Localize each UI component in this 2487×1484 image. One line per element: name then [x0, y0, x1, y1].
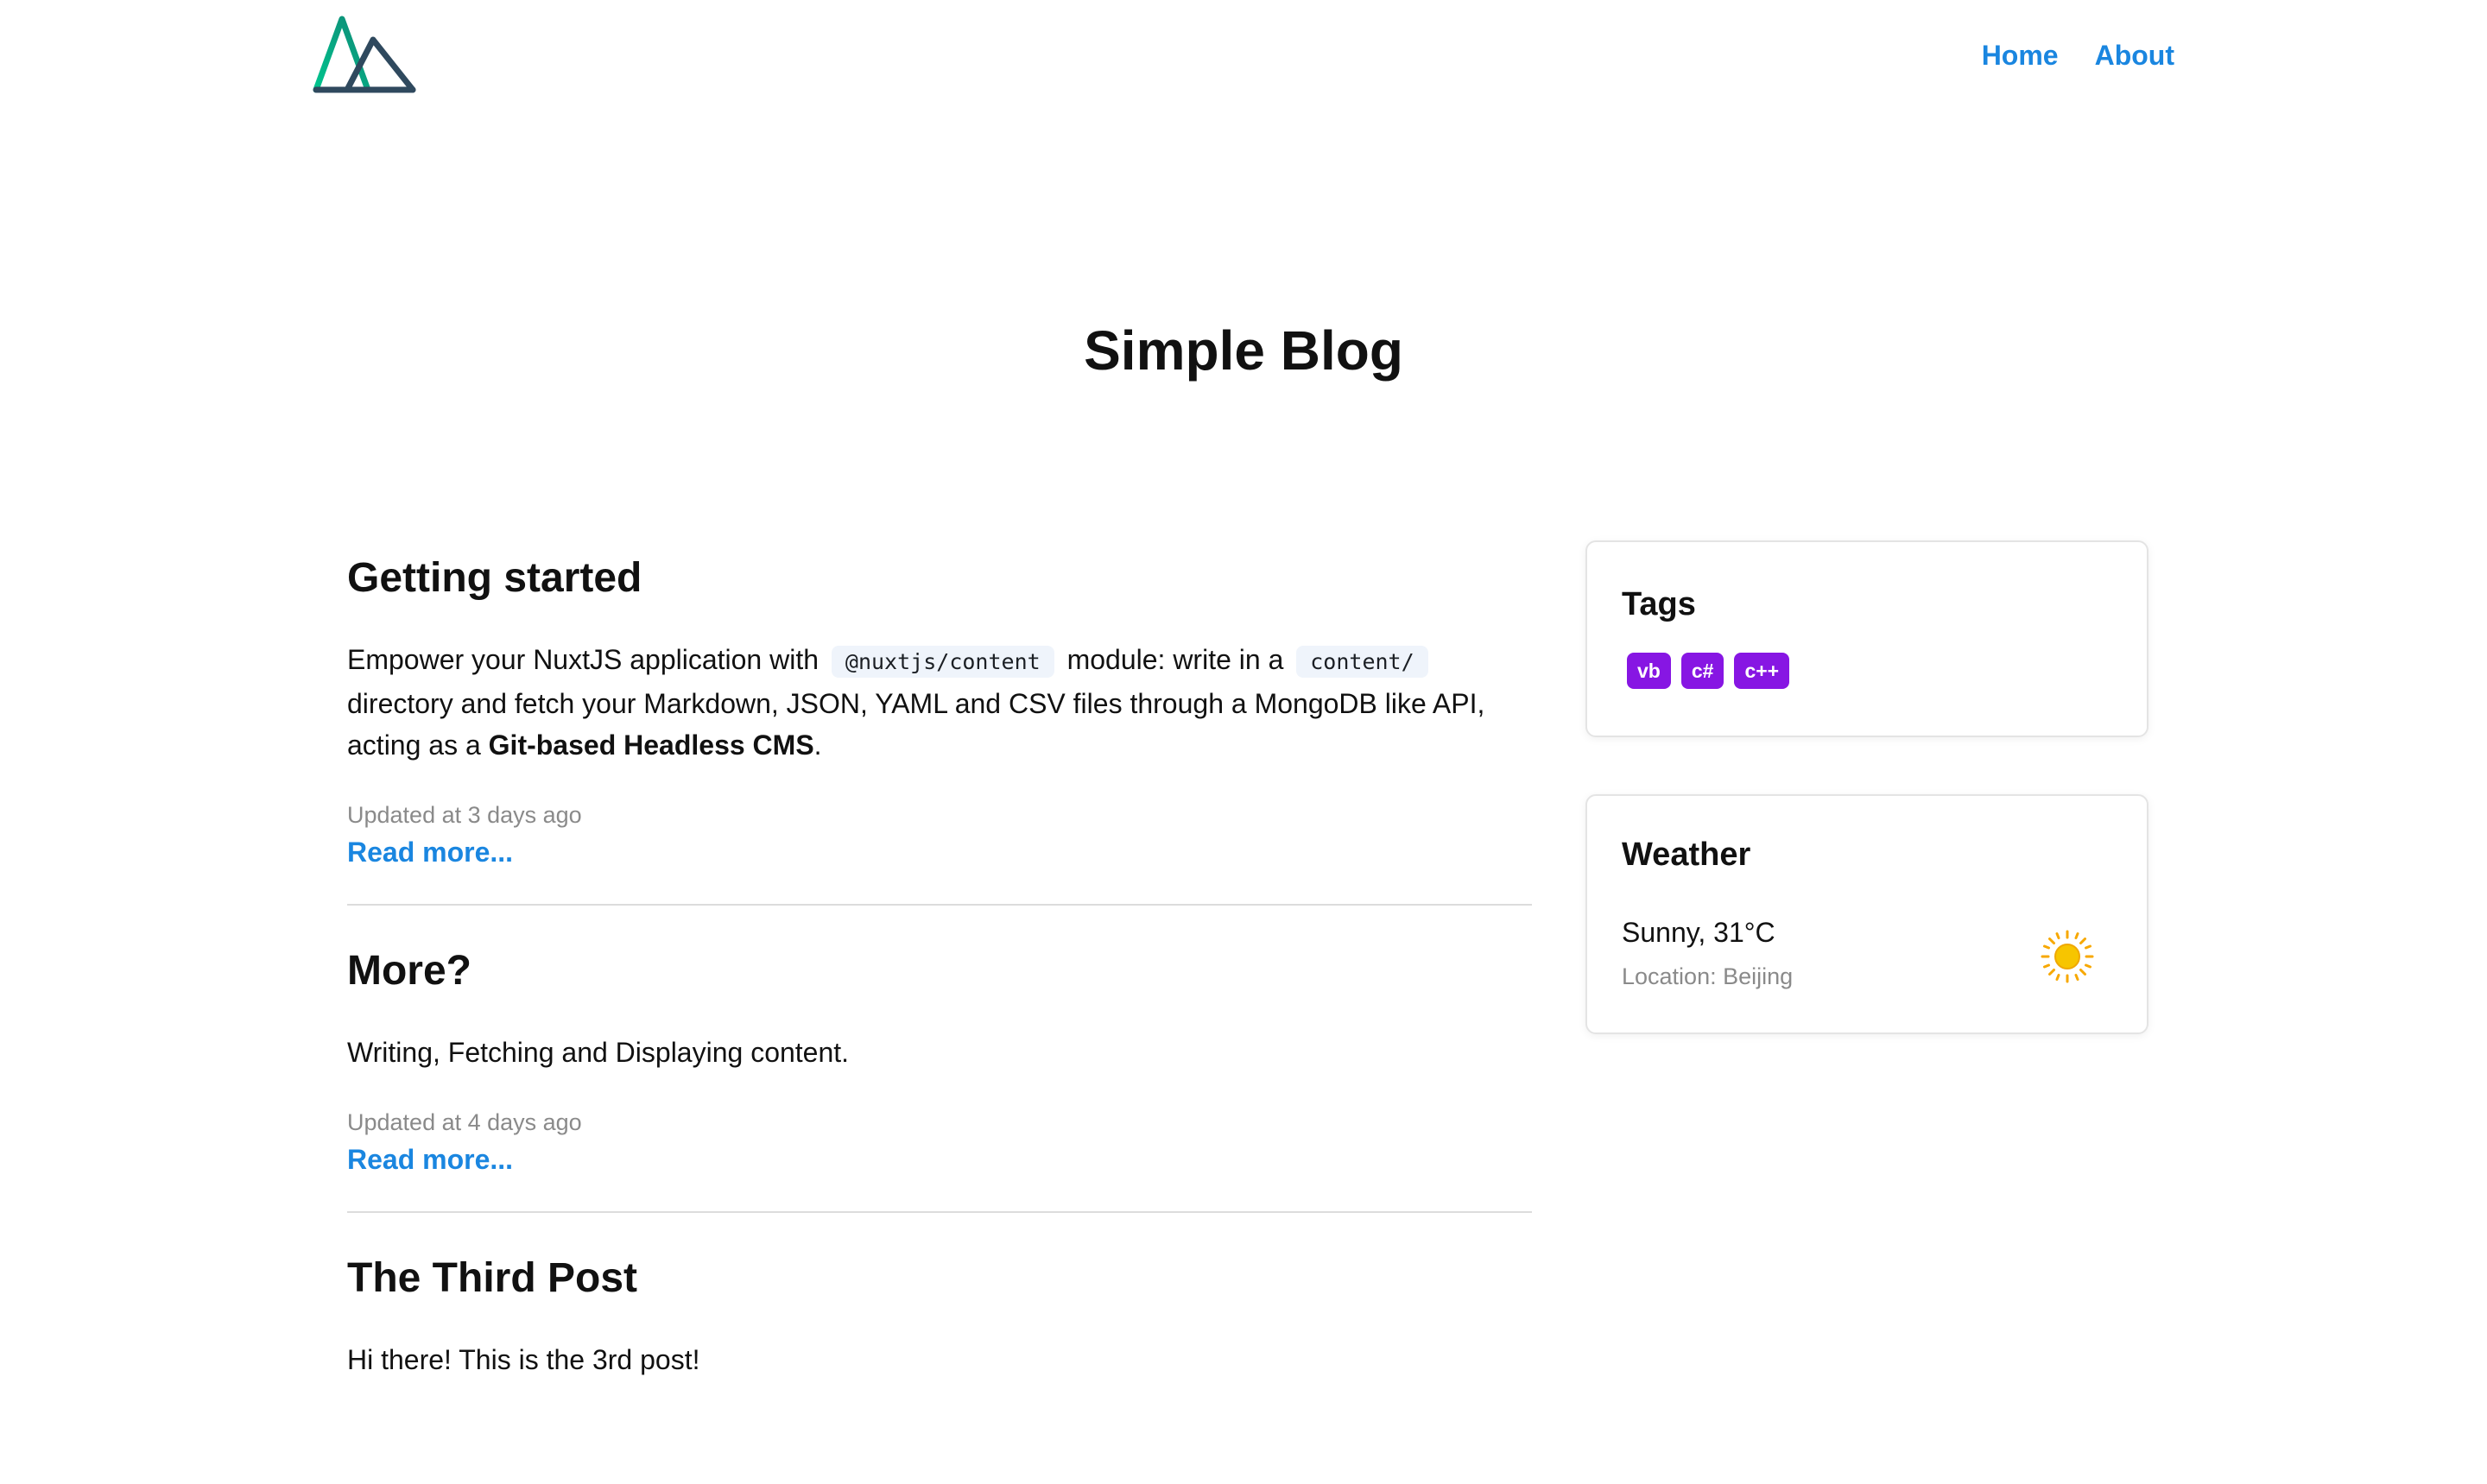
tag-csharp[interactable]: c# — [1680, 653, 1724, 689]
inline-code: content/ — [1296, 646, 1428, 678]
post-item: The Third Post Hi there! This is the 3rd… — [347, 1253, 1532, 1444]
read-more-link[interactable]: Read more... — [347, 1139, 513, 1180]
read-more-link[interactable]: Read more... — [347, 831, 513, 873]
weather-title: Weather — [1622, 837, 1751, 873]
tag-vb[interactable]: vb — [1627, 653, 1671, 689]
post-title[interactable]: Getting started — [347, 553, 1532, 604]
post-title[interactable]: More? — [347, 945, 1532, 997]
nuxt-logo-icon — [313, 16, 416, 93]
tags-card: Tags vb c# c++ — [1585, 540, 2148, 737]
main-nav: Home About — [1982, 36, 2174, 74]
post-desc-text: Empower your NuxtJS application with — [347, 644, 820, 675]
page-title: Simple Blog — [1084, 319, 1403, 382]
nav-home-link[interactable]: Home — [1982, 36, 2059, 74]
sun-icon — [2041, 930, 2094, 983]
weather-location: Location: Beijing — [1622, 963, 1794, 989]
post-updated: Updated at 4 days ago — [347, 1109, 582, 1135]
post-desc-bold: Git-based Headless CMS — [488, 729, 814, 761]
post-desc-text: module: write in a — [1066, 644, 1284, 675]
tag-cpp[interactable]: c++ — [1734, 653, 1790, 689]
nav-about-link[interactable]: About — [2095, 36, 2174, 74]
post-title[interactable]: The Third Post — [347, 1253, 1532, 1304]
post-description: Writing, Fetching and Displaying content… — [347, 1037, 850, 1068]
weather-condition: Sunny, 31°C — [1622, 917, 1775, 948]
post-desc-text: . — [813, 729, 822, 761]
post-list: Getting started Empower your NuxtJS appl… — [347, 544, 1532, 1484]
post-description: Empower your NuxtJS application with @nu… — [347, 639, 1532, 766]
post-item: More? Writing, Fetching and Displaying c… — [347, 945, 1532, 1213]
post-updated: Updated at 3 days ago — [347, 802, 582, 828]
tags-title: Tags — [1622, 586, 1696, 622]
nuxt-logo[interactable] — [311, 12, 418, 95]
site-header: Home About — [0, 0, 2487, 121]
post-item: Getting started Empower your NuxtJS appl… — [347, 553, 1532, 906]
weather-card: Weather Sunny, 31°C Location: Beijing — [1585, 794, 2148, 1034]
tag-list: vb c# c++ — [1627, 653, 1790, 689]
inline-code: @nuxtjs/content — [831, 646, 1054, 678]
